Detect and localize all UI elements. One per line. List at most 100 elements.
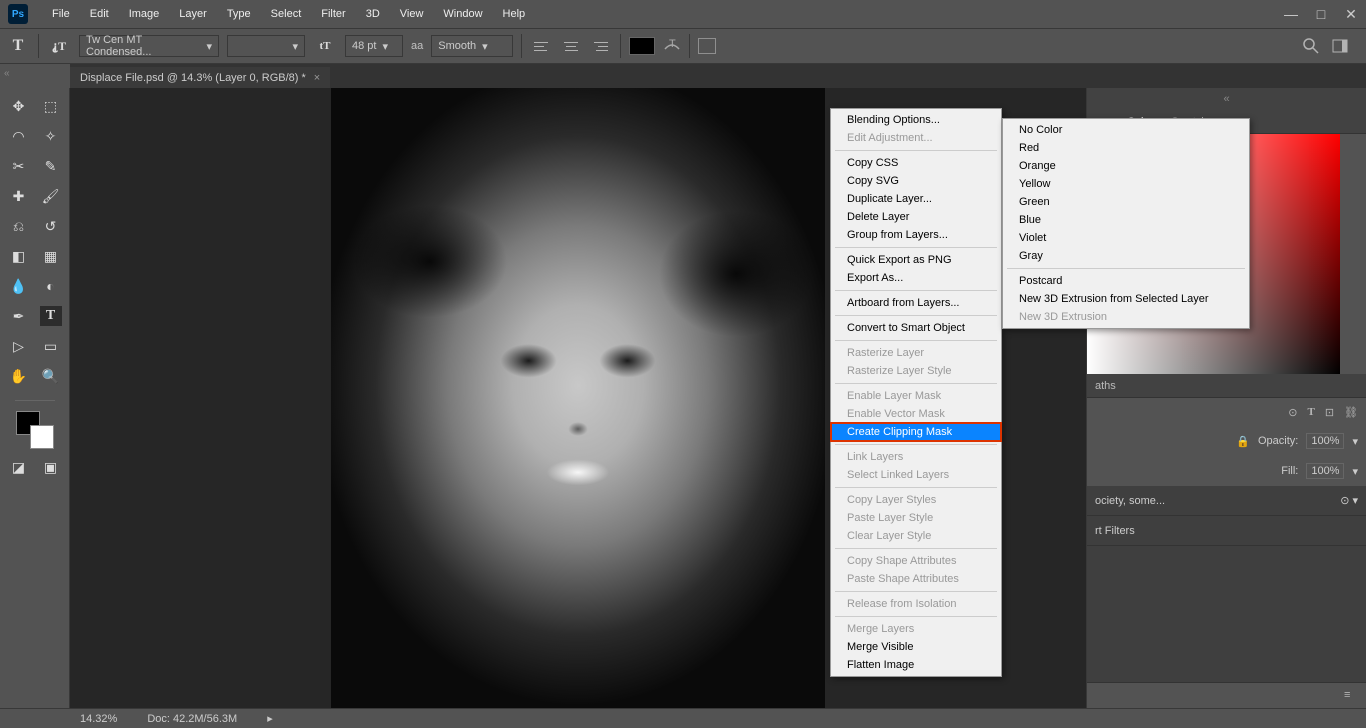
list-item[interactable]: rt Filters — [1087, 516, 1366, 546]
font-size-dropdown[interactable]: 48 pt▾ — [345, 35, 403, 57]
menu-item-flatten-image[interactable]: Flatten Image — [831, 656, 1001, 674]
lock-icon[interactable]: 🔒 — [1236, 435, 1250, 448]
font-style-dropdown[interactable]: ▾ — [227, 35, 305, 57]
magic-wand-tool[interactable]: ✧ — [40, 126, 62, 146]
layer-context-menu: Blending Options...Edit Adjustment...Cop… — [830, 108, 1002, 677]
align-left-button[interactable] — [530, 37, 552, 55]
align-right-button[interactable] — [590, 37, 612, 55]
menu-edit[interactable]: Edit — [80, 2, 119, 26]
search-icon[interactable] — [1302, 37, 1320, 55]
menu-item-yellow[interactable]: Yellow — [1003, 175, 1249, 193]
menu-window[interactable]: Window — [433, 2, 492, 26]
fill-value[interactable]: 100% — [1306, 463, 1344, 479]
menubar: Ps FileEditImageLayerTypeSelectFilter3DV… — [0, 0, 1366, 28]
menu-item-copy-css[interactable]: Copy CSS — [831, 154, 1001, 172]
menu-filter[interactable]: Filter — [311, 2, 355, 26]
zoom-level[interactable]: 14.32% — [80, 713, 117, 725]
menu-item-export-as[interactable]: Export As... — [831, 269, 1001, 287]
minimize-icon[interactable]: — — [1276, 0, 1306, 28]
menu-item-group-from-layers[interactable]: Group from Layers... — [831, 226, 1001, 244]
link-icon[interactable]: ⛓ — [1344, 406, 1358, 419]
menu-item-red[interactable]: Red — [1003, 139, 1249, 157]
text-orientation-icon[interactable]: ⸘T — [47, 34, 71, 58]
shape-tool[interactable]: ▭ — [40, 336, 62, 356]
menu-layer[interactable]: Layer — [169, 2, 217, 26]
stamp-tool[interactable]: ⎌ — [8, 216, 30, 236]
align-center-button[interactable] — [560, 37, 582, 55]
menu-item-blending-options[interactable]: Blending Options... — [831, 111, 1001, 129]
font-family-dropdown[interactable]: Tw Cen MT Condensed...▾ — [79, 35, 219, 57]
collapse-left-icon[interactable]: « — [4, 68, 10, 79]
move-tool[interactable]: ✥ — [8, 96, 30, 116]
options-bar: T ⸘T Tw Cen MT Condensed...▾ ▾ tT 48 pt▾… — [0, 28, 1366, 64]
path-select-tool[interactable]: ▷ — [8, 336, 30, 356]
anti-alias-dropdown[interactable]: Smooth▾ — [431, 35, 513, 57]
menu-item-duplicate-layer[interactable]: Duplicate Layer... — [831, 190, 1001, 208]
panel-menu-icon[interactable]: ≡ — [1344, 689, 1358, 703]
menu-help[interactable]: Help — [493, 2, 536, 26]
type-tool[interactable]: T — [40, 306, 62, 326]
menu-item-green[interactable]: Green — [1003, 193, 1249, 211]
text-color-swatch[interactable] — [629, 37, 655, 55]
menu-item-gray[interactable]: Gray — [1003, 247, 1249, 265]
brush-tool[interactable]: 🖌 — [40, 186, 62, 206]
type-layer-icon[interactable]: T — [1307, 406, 1314, 418]
document-tab[interactable]: Displace File.psd @ 14.3% (Layer 0, RGB/… — [70, 66, 330, 88]
list-item[interactable]: ociety, some...⊙ ▾ — [1087, 486, 1366, 516]
font-size-icon: tT — [313, 34, 337, 58]
crop-tool[interactable]: ✂ — [8, 156, 30, 176]
blur-tool[interactable]: 💧 — [8, 276, 30, 296]
menu-item-orange[interactable]: Orange — [1003, 157, 1249, 175]
menu-item-rasterize-layer: Rasterize Layer — [831, 344, 1001, 362]
marquee-tool[interactable]: ⬚ — [40, 96, 62, 116]
menu-item-no-color[interactable]: No Color — [1003, 121, 1249, 139]
menu-item-merge-visible[interactable]: Merge Visible — [831, 638, 1001, 656]
dodge-tool[interactable]: ◐ — [40, 276, 62, 296]
eyedropper-tool[interactable]: ✎ — [40, 156, 62, 176]
opacity-value[interactable]: 100% — [1306, 433, 1344, 449]
warp-text-icon[interactable]: T — [663, 37, 681, 55]
layers-panel-icons: ≡ — [1087, 682, 1366, 708]
menu-item-delete-layer[interactable]: Delete Layer — [831, 208, 1001, 226]
quick-mask-icon[interactable]: ◪ — [8, 457, 30, 477]
menu-item-copy-layer-styles: Copy Layer Styles — [831, 491, 1001, 509]
close-tab-icon[interactable]: × — [314, 72, 320, 84]
menu-item-copy-svg[interactable]: Copy SVG — [831, 172, 1001, 190]
collapse-right-icon[interactable]: « — [1223, 93, 1229, 105]
menu-item-artboard-from-layers[interactable]: Artboard from Layers... — [831, 294, 1001, 312]
paths-tab[interactable]: aths — [1087, 374, 1366, 398]
history-brush-tool[interactable]: ↺ — [40, 216, 62, 236]
character-panel-icon[interactable] — [698, 38, 716, 54]
menu-item-rasterize-layer-style: Rasterize Layer Style — [831, 362, 1001, 380]
menu-3d[interactable]: 3D — [356, 2, 390, 26]
workspace-icon[interactable] — [1332, 37, 1350, 55]
hand-tool[interactable]: ✋ — [8, 366, 30, 386]
healing-tool[interactable]: ✚ — [8, 186, 30, 206]
menu-item-postcard[interactable]: Postcard — [1003, 272, 1249, 290]
menu-type[interactable]: Type — [217, 2, 261, 26]
menu-item-create-clipping-mask[interactable]: Create Clipping Mask — [831, 423, 1001, 441]
menu-view[interactable]: View — [390, 2, 434, 26]
document-image — [331, 88, 825, 708]
fx-icon[interactable]: ⊙ — [1288, 406, 1297, 419]
foreground-background-swatch[interactable] — [16, 411, 54, 449]
menu-item-violet[interactable]: Violet — [1003, 229, 1249, 247]
menu-image[interactable]: Image — [119, 2, 170, 26]
maximize-icon[interactable]: □ — [1306, 0, 1336, 28]
gradient-tool[interactable]: ▦ — [40, 246, 62, 266]
pen-tool[interactable]: ✒ — [8, 306, 30, 326]
menu-item-blue[interactable]: Blue — [1003, 211, 1249, 229]
zoom-tool[interactable]: 🔍 — [40, 366, 62, 386]
close-icon[interactable]: ✕ — [1336, 0, 1366, 28]
menu-item-paste-shape-attributes: Paste Shape Attributes — [831, 570, 1001, 588]
menu-select[interactable]: Select — [261, 2, 312, 26]
menu-item-new-3d-extrusion-from-selected-layer[interactable]: New 3D Extrusion from Selected Layer — [1003, 290, 1249, 308]
menu-item-quick-export-as-png[interactable]: Quick Export as PNG — [831, 251, 1001, 269]
lasso-tool[interactable]: ◠ — [8, 126, 30, 146]
screen-mode-icon[interactable]: ▣ — [40, 457, 62, 477]
transform-icon[interactable]: ⊡ — [1325, 406, 1334, 419]
menu-item-convert-to-smart-object[interactable]: Convert to Smart Object — [831, 319, 1001, 337]
menu-item-release-from-isolation: Release from Isolation — [831, 595, 1001, 613]
eraser-tool[interactable]: ◧ — [8, 246, 30, 266]
menu-file[interactable]: File — [42, 2, 80, 26]
